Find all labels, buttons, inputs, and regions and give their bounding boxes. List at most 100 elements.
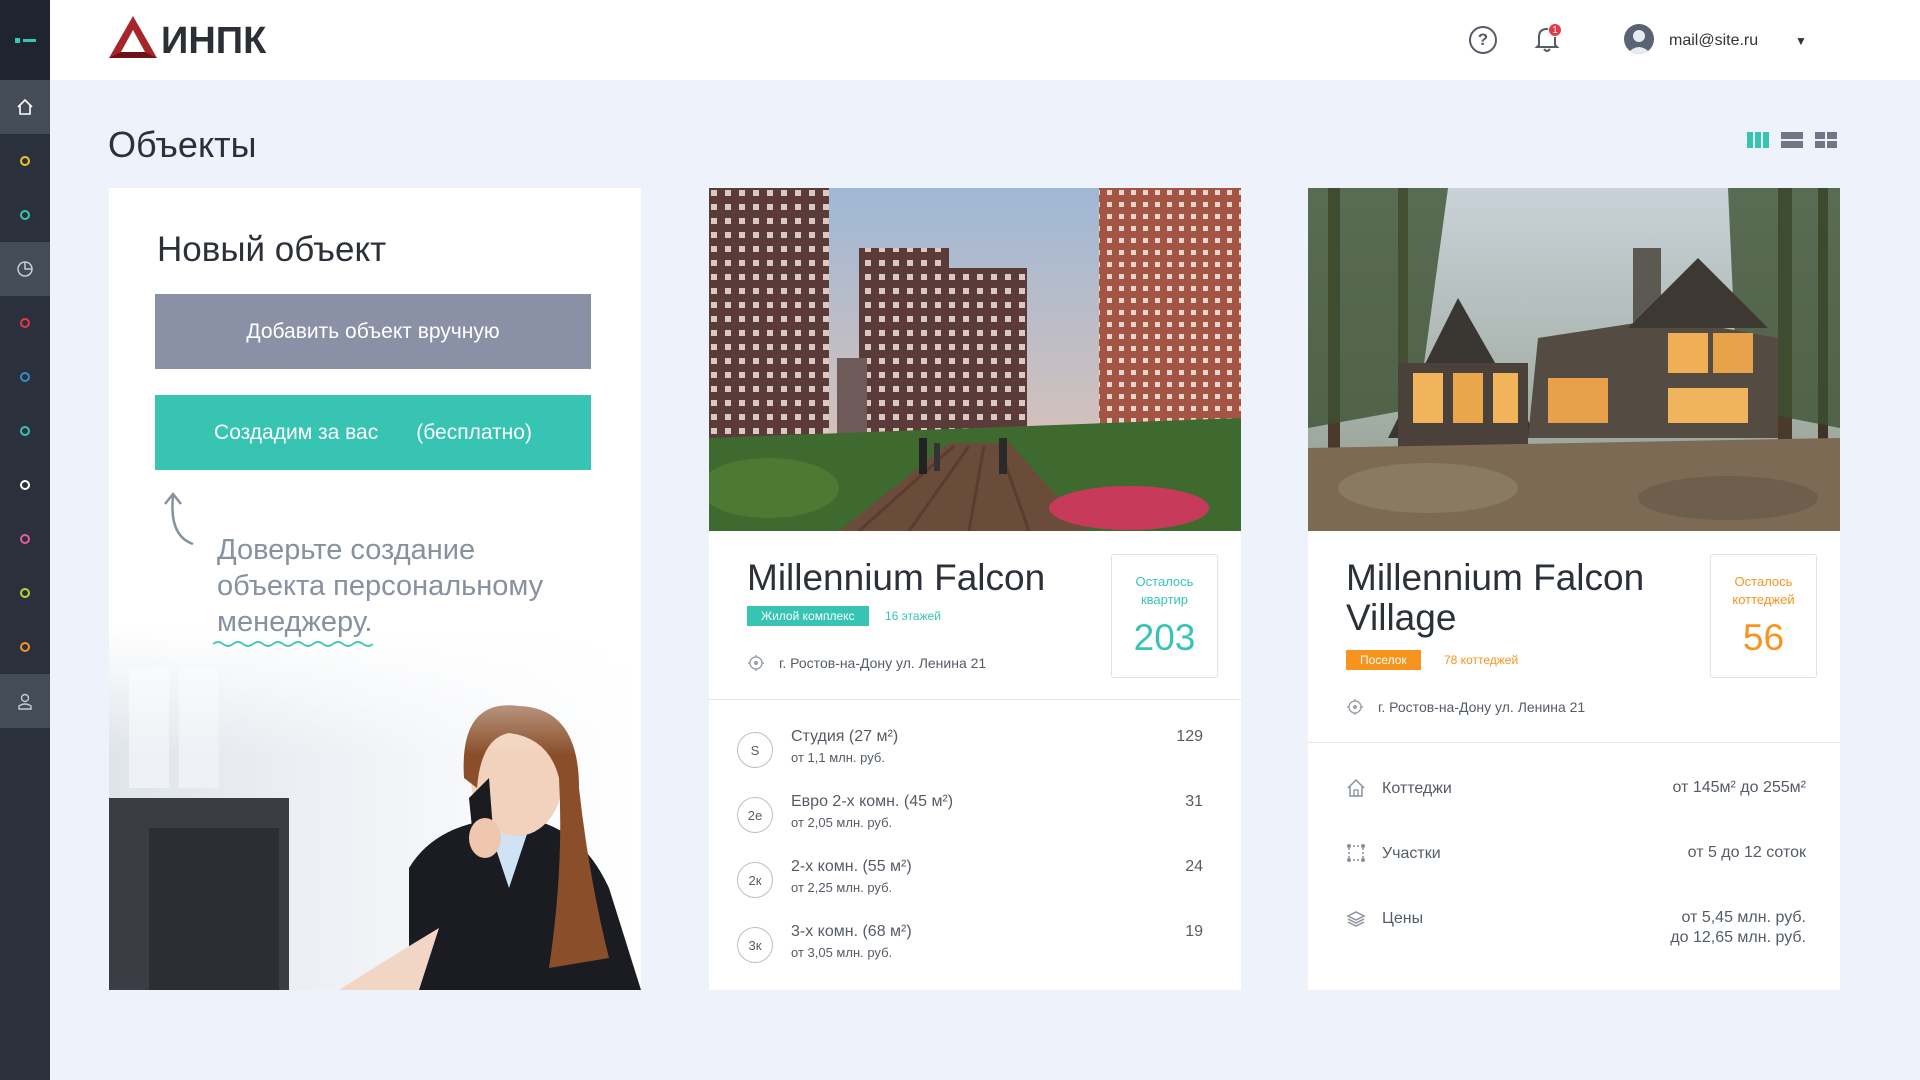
stat-value: 203 — [1133, 617, 1196, 658]
add-manually-button[interactable]: Добавить объект вручную — [155, 294, 591, 369]
list-item[interactable]: 3к 3-х комн. (68 м²) от 3,05 млн. руб. 1… — [737, 923, 1213, 983]
list-item[interactable]: S Студия (27 м²) от 1,1 млн. руб. 129 — [737, 728, 1213, 788]
unit-count: 31 — [1185, 793, 1203, 810]
object-type-badge: Поселок — [1346, 650, 1421, 670]
object-photo[interactable] — [1308, 188, 1840, 531]
circle-icon — [20, 642, 30, 652]
circle-icon — [20, 318, 30, 328]
sidebar-item-9[interactable] — [0, 620, 50, 674]
circle-icon — [20, 210, 30, 220]
row-value: от 5 до 12 соток — [1687, 844, 1806, 861]
manager-hint: Доверьте создание объекта персональному … — [217, 534, 544, 638]
page-title: Объекты — [108, 124, 257, 165]
list-item[interactable]: 2е Евро 2-х комн. (45 м²) от 2,05 млн. р… — [737, 793, 1213, 853]
unit-count: 19 — [1185, 923, 1203, 940]
sidebar-item-5[interactable] — [0, 404, 50, 458]
unit-count: 129 — [1176, 728, 1203, 745]
sidebar-menu-toggle[interactable] — [0, 0, 50, 80]
wavy-underline — [213, 641, 373, 647]
curved-arrow-icon — [164, 491, 194, 546]
object-photo[interactable] — [709, 188, 1241, 533]
object-name[interactable]: Millennium Falcon Village — [1346, 558, 1706, 638]
brand-logo[interactable]: ИНПК — [107, 14, 266, 60]
unit-code: 2е — [737, 797, 773, 833]
sidebar-item-home[interactable] — [0, 80, 50, 134]
house-icon — [1347, 778, 1365, 797]
unit-code: 3к — [737, 927, 773, 963]
manager-photo — [109, 628, 641, 990]
sidebar-item-8[interactable] — [0, 566, 50, 620]
row-label: Коттеджи — [1382, 780, 1452, 797]
row-value-group: от 5,45 млн. руб. до 12,65 млн. руб. — [1670, 908, 1806, 948]
list-item[interactable]: 2к 2-х комн. (55 м²) от 2,25 млн. руб. 2… — [737, 858, 1213, 918]
object-address: г. Ростов-на-Дону ул. Ленина 21 — [747, 654, 986, 672]
help-icon[interactable]: ? — [1469, 26, 1497, 54]
remaining-stat: Осталось квартир 203 — [1111, 554, 1218, 678]
circle-icon — [20, 534, 30, 544]
address-text: г. Ростов-на-Дону ул. Ленина 21 — [779, 655, 987, 671]
user-icon — [18, 693, 32, 710]
create-note: (бесплатно) — [416, 420, 532, 444]
object-card-residential[interactable]: Millennium Falcon Жилой комплекс 16 этаж… — [709, 188, 1241, 990]
unit-price: от 1,1 млн. руб. — [791, 750, 885, 765]
price-to: до 12,65 млн. руб. — [1670, 929, 1806, 946]
remaining-stat: Осталось коттеджей 56 — [1710, 554, 1817, 678]
sidebar — [0, 0, 50, 1080]
row-label: Цены — [1382, 910, 1424, 927]
unit-price: от 2,05 млн. руб. — [791, 815, 893, 830]
unit-name: Евро 2-х комн. (45 м²) — [791, 793, 954, 810]
add-manually-label: Добавить объект вручную — [246, 319, 500, 343]
unit-name: 2-х комн. (55 м²) — [791, 858, 912, 875]
location-icon — [748, 655, 764, 671]
object-card-village[interactable]: Millennium Falcon Village Поселок 78 кот… — [1308, 188, 1840, 990]
sidebar-item-7[interactable] — [0, 512, 50, 566]
columns-view-icon[interactable] — [1747, 132, 1769, 148]
stat-value: 56 — [1742, 617, 1785, 658]
sidebar-item-user[interactable] — [0, 674, 50, 728]
chevron-down-icon[interactable]: ▼ — [1795, 34, 1807, 48]
row-label: Участки — [1382, 845, 1441, 862]
object-meta: 16 этажей — [885, 609, 941, 623]
create-for-you-button[interactable]: Создадим за вас (бесплатно) — [155, 395, 591, 470]
notifications-button[interactable]: 1 — [1534, 23, 1562, 58]
object-name[interactable]: Millennium Falcon — [747, 558, 1107, 598]
location-icon — [1347, 699, 1363, 715]
object-meta: 78 коттеджей — [1444, 653, 1519, 667]
unit-price: от 3,05 млн. руб. — [791, 945, 893, 960]
unit-name: Студия (27 м²) — [791, 728, 899, 745]
menu-icon — [14, 37, 36, 43]
sidebar-item-2[interactable] — [0, 188, 50, 242]
sidebar-item-reports[interactable] — [0, 242, 50, 296]
money-stack-icon — [1346, 911, 1366, 927]
create-label: Создадим за вас — [214, 420, 379, 444]
user-email[interactable]: mail@site.ru — [1669, 32, 1758, 50]
view-switcher — [1747, 132, 1837, 148]
circle-icon — [20, 372, 30, 382]
avatar[interactable] — [1624, 24, 1654, 54]
list-view-icon[interactable] — [1781, 132, 1803, 148]
sidebar-item-1[interactable] — [0, 134, 50, 188]
unit-code: 2к — [737, 862, 773, 898]
object-type-badge: Жилой комплекс — [747, 606, 869, 626]
divider — [1308, 742, 1840, 743]
sidebar-item-4[interactable] — [0, 350, 50, 404]
circle-icon — [20, 426, 30, 436]
home-icon — [17, 98, 33, 115]
divider — [709, 699, 1241, 700]
pie-chart-icon — [17, 261, 33, 277]
stat-label: Осталось квартир — [1135, 574, 1194, 607]
stat-label: Осталось коттеджей — [1732, 574, 1795, 607]
object-address: г. Ростов-на-Дону ул. Ленина 21 — [1346, 698, 1585, 716]
sidebar-item-6[interactable] — [0, 458, 50, 512]
circle-icon — [20, 588, 30, 598]
top-bar: ИНПК ? 1 mail@site.ru ▼ — [50, 0, 1920, 80]
logo-triangle-icon — [109, 16, 157, 58]
unit-count: 24 — [1185, 858, 1203, 875]
sidebar-item-3[interactable] — [0, 296, 50, 350]
grid-view-icon[interactable] — [1815, 132, 1837, 148]
price-from: от 5,45 млн. руб. — [1681, 909, 1806, 926]
circle-icon — [20, 156, 30, 166]
unit-code: S — [737, 732, 773, 768]
unit-name: 3-х комн. (68 м²) — [791, 923, 912, 940]
address-text: г. Ростов-на-Дону ул. Ленина 21 — [1378, 699, 1586, 715]
